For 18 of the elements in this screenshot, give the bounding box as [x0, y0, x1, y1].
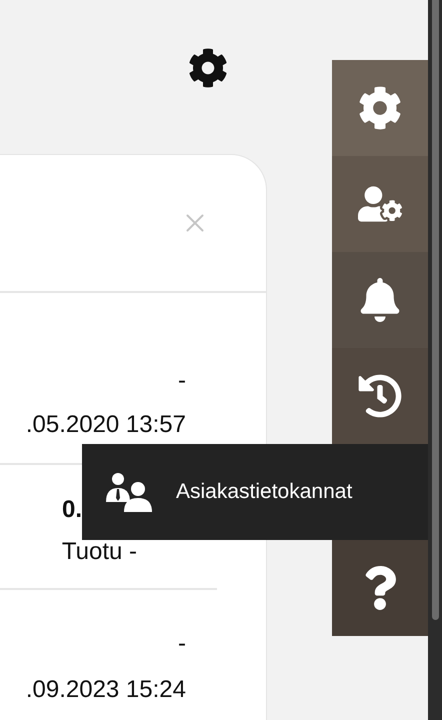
- sidebar-button[interactable]: [332, 540, 428, 636]
- date-text: .05.2020 13:57: [26, 411, 186, 439]
- people-icon: [104, 472, 154, 512]
- dash-text: -: [178, 630, 186, 658]
- date-text: .09.2023 15:24: [26, 676, 186, 704]
- sidebar-button[interactable]: [332, 60, 428, 156]
- settings-icon: [358, 86, 402, 130]
- sidebar-button[interactable]: [332, 156, 428, 252]
- settings-icon[interactable]: [188, 48, 228, 88]
- status-text: Tuotu -: [62, 538, 137, 566]
- value-text: 0.: [62, 496, 82, 524]
- sidebar-button[interactable]: [332, 252, 428, 348]
- dash-text: -: [178, 367, 186, 395]
- sidebar-button[interactable]: [332, 348, 428, 444]
- history-icon: [358, 374, 402, 418]
- bell-icon: [358, 278, 402, 322]
- scrollbar-thumb[interactable]: [432, 0, 438, 620]
- tooltip-text: Asiakastietokannat: [176, 480, 352, 504]
